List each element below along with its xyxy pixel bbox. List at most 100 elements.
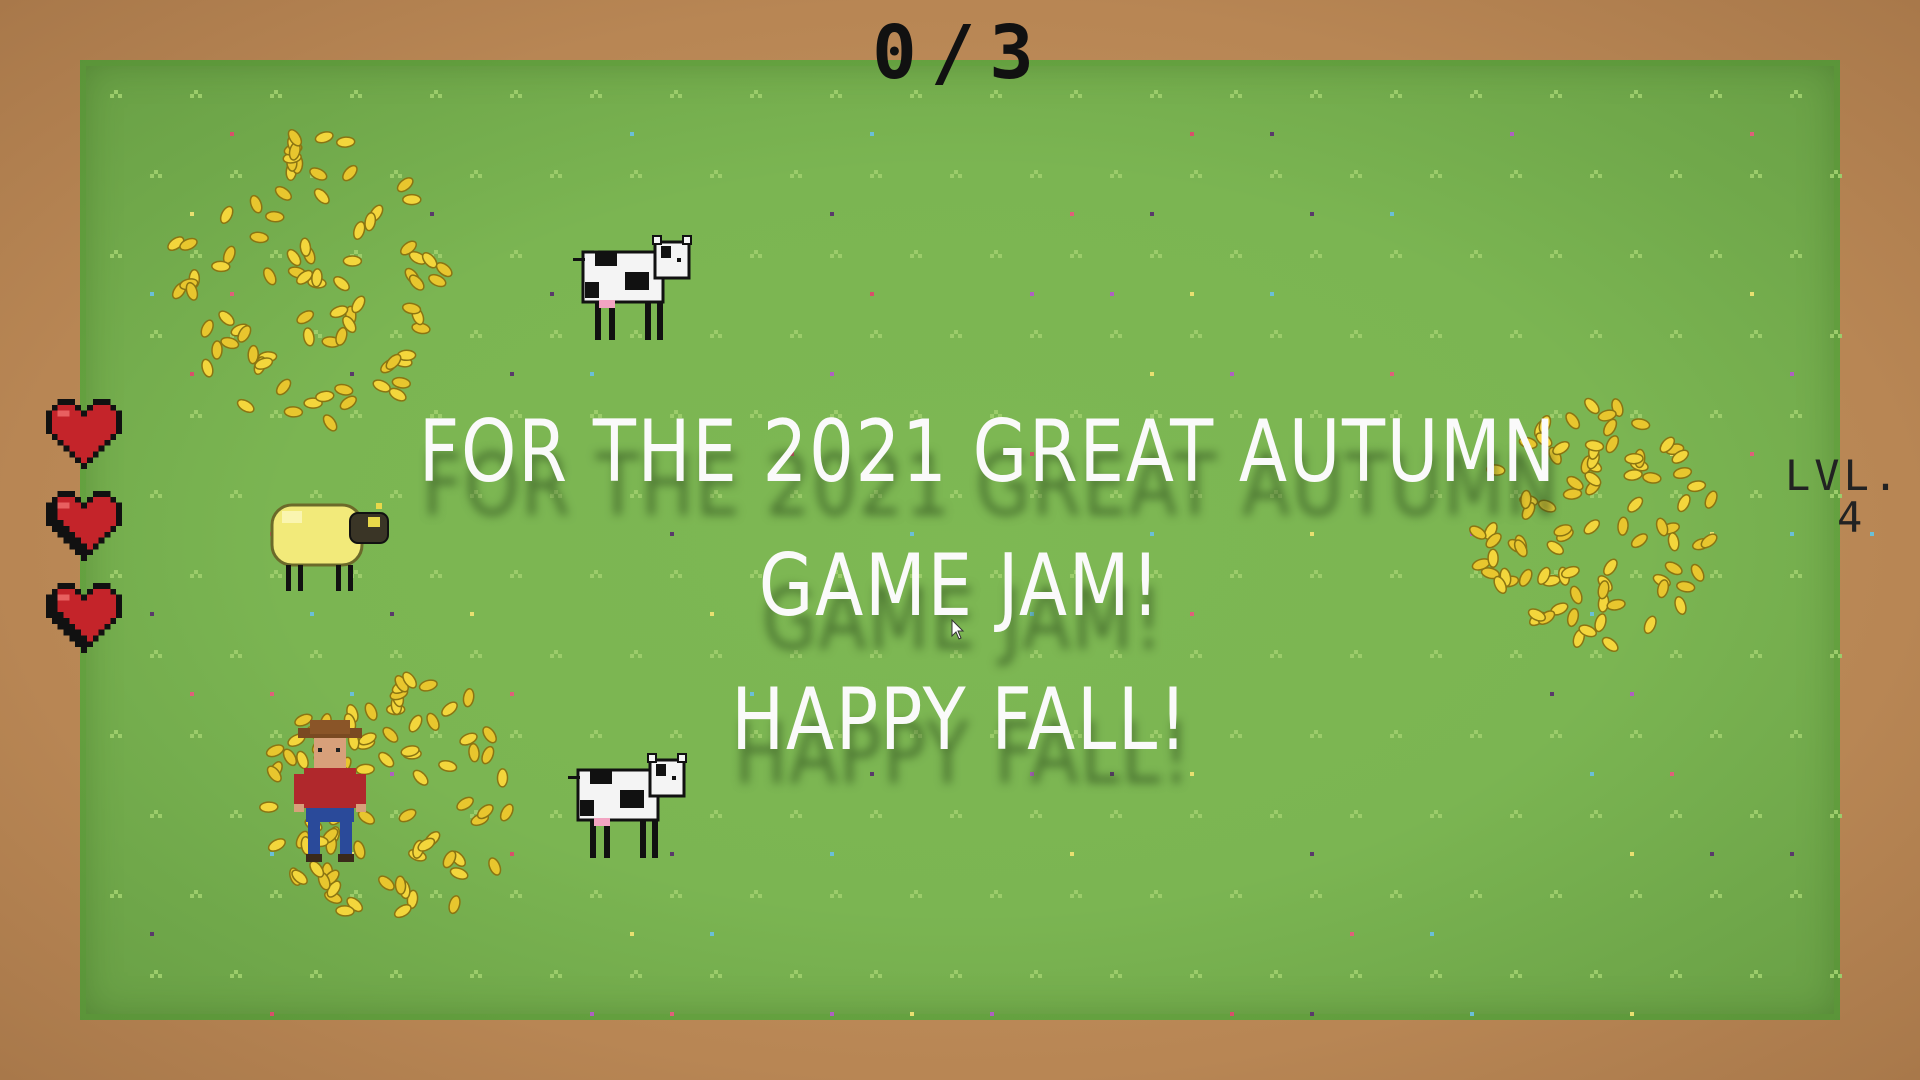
leaf xyxy=(1672,466,1693,480)
grass-tuft xyxy=(1390,890,1402,900)
grass-tuft xyxy=(1710,250,1722,260)
flower xyxy=(1390,372,1394,376)
grass-tuft xyxy=(710,170,722,180)
flower xyxy=(590,1012,594,1016)
grass-tuft xyxy=(590,890,602,900)
grass-tuft xyxy=(710,810,722,820)
flower xyxy=(870,132,874,136)
leaf xyxy=(274,185,293,201)
leaf xyxy=(200,319,214,338)
grass-tuft xyxy=(1670,970,1682,980)
leaf xyxy=(342,164,358,182)
leaf xyxy=(309,167,328,181)
leaf xyxy=(1584,439,1605,452)
grass-tuft xyxy=(310,650,322,660)
flower xyxy=(1150,212,1154,216)
grass-tuft xyxy=(1750,170,1762,180)
leaf xyxy=(299,237,312,257)
grass-tuft xyxy=(350,90,362,100)
leaf xyxy=(283,406,304,418)
grass-tuft xyxy=(190,90,202,100)
grass-tuft xyxy=(750,250,762,260)
grass-tuft xyxy=(1670,330,1682,340)
grass-tuft xyxy=(470,170,482,180)
leaf xyxy=(1655,517,1669,537)
leaf xyxy=(448,895,461,915)
game-screen[interactable]: 0/3 LVL. 4 FOR THE 2021 GREAT AUTUMN GAM… xyxy=(0,0,1920,1080)
grass-tuft xyxy=(430,90,442,100)
leaf xyxy=(1569,585,1583,605)
flower xyxy=(150,932,154,936)
leaf xyxy=(1627,496,1644,513)
flower xyxy=(270,1012,274,1016)
grass-tuft xyxy=(1070,250,1082,260)
flower xyxy=(190,692,194,696)
leaf xyxy=(364,212,377,232)
lives-hearts xyxy=(46,396,126,672)
leaf xyxy=(396,177,414,193)
leaf xyxy=(1664,561,1683,576)
sheep-sprite xyxy=(270,503,389,591)
grass-tuft xyxy=(750,890,762,900)
flower xyxy=(1470,1012,1474,1016)
grass-tuft xyxy=(870,330,882,340)
message-line: HAPPY FALL! xyxy=(731,670,1189,770)
flower xyxy=(1430,932,1434,936)
grass-tuft xyxy=(1390,90,1402,100)
grass-tuft xyxy=(1670,170,1682,180)
grass-tuft xyxy=(1590,970,1602,980)
grass-tuft xyxy=(550,970,562,980)
leaf xyxy=(322,414,338,432)
flower xyxy=(630,932,634,936)
leaf xyxy=(378,875,395,891)
leaf xyxy=(402,193,422,206)
grass-tuft xyxy=(550,170,562,180)
flower xyxy=(1350,932,1354,936)
grass-tuft xyxy=(870,810,882,820)
leaf xyxy=(1566,607,1580,628)
grass-tuft xyxy=(990,890,1002,900)
leaf xyxy=(1674,596,1687,615)
leaf xyxy=(1594,613,1607,633)
grass-tuft xyxy=(110,90,122,100)
score-counter: 0/3 xyxy=(872,10,1048,96)
heart-icon xyxy=(46,490,122,562)
leaf xyxy=(259,801,279,813)
flower xyxy=(590,372,594,376)
flower xyxy=(1070,852,1074,856)
grass-tuft xyxy=(950,330,962,340)
leaf xyxy=(335,905,355,917)
grass-tuft xyxy=(1710,730,1722,740)
cow-sprite xyxy=(573,235,692,340)
leaf xyxy=(1624,452,1644,465)
level-label: LVL. xyxy=(1785,451,1903,500)
grass-tuft xyxy=(110,250,122,260)
grass-tuft xyxy=(1350,330,1362,340)
leaf xyxy=(499,803,514,822)
leaf xyxy=(314,131,334,144)
flower xyxy=(1750,292,1754,296)
message-line: FOR THE 2021 GREAT AUTUMN xyxy=(418,402,1557,502)
flower xyxy=(150,612,154,616)
leaf xyxy=(1667,532,1680,552)
grass-tuft xyxy=(1510,810,1522,820)
grass-tuft xyxy=(1310,90,1322,100)
leaf xyxy=(220,336,240,350)
leaf xyxy=(394,875,407,895)
flower xyxy=(1590,772,1594,776)
leaf xyxy=(275,378,292,396)
leaf xyxy=(211,340,223,360)
flower xyxy=(1110,292,1114,296)
leaf xyxy=(1601,636,1619,653)
grass-tuft xyxy=(1830,330,1842,340)
grass-tuft xyxy=(1430,170,1442,180)
grass-tuft xyxy=(1630,90,1642,100)
grass-tuft xyxy=(230,490,242,500)
grass-tuft xyxy=(1230,250,1242,260)
leaf xyxy=(382,726,399,743)
grass-tuft xyxy=(1830,970,1842,980)
grass-tuft xyxy=(1790,730,1802,740)
grass-tuft xyxy=(110,890,122,900)
leaf xyxy=(456,796,474,811)
grass-tuft xyxy=(1830,810,1842,820)
